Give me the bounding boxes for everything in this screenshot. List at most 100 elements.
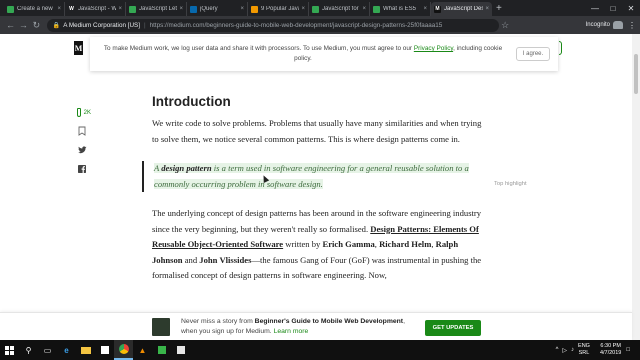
volume-icon[interactable]: ♪ xyxy=(571,347,574,353)
tab-close-icon[interactable]: × xyxy=(301,6,305,12)
privacy-policy-link[interactable]: Privacy Policy xyxy=(414,45,453,52)
footer-text: Never miss a story from Beginner's Guide… xyxy=(181,317,411,337)
page-scrollbar[interactable] xyxy=(632,34,640,340)
address-bar[interactable]: 🔒 A Medium Corporation [US] | https://me… xyxy=(46,18,499,32)
para-text: written by xyxy=(283,239,323,249)
windows-taskbar: ⚲ ▭ e ▲ ^ ▷ ♪ ENG SRL 6:30 PM 4/7/2019 □ xyxy=(0,340,640,360)
maximize-button[interactable]: □ xyxy=(604,0,622,16)
browser-tab[interactable]: 9 Popular Java × xyxy=(248,2,309,16)
tab-favicon-icon xyxy=(7,5,14,13)
bookmark-icon[interactable] xyxy=(77,126,87,136)
clap-count: 2K xyxy=(83,109,91,116)
window-controls: — □ ✕ xyxy=(586,0,640,16)
clock[interactable]: 6:30 PM 4/7/2019 xyxy=(600,343,621,357)
lock-icon: 🔒 xyxy=(52,22,61,29)
get-updates-button[interactable]: GET UPDATES xyxy=(425,320,481,336)
tab-label: JavaScript Let xyxy=(139,6,178,12)
browser-tab[interactable]: W JavaScript - W × xyxy=(65,2,126,16)
back-button[interactable]: ← xyxy=(4,20,17,30)
author-name: Richard Helm xyxy=(379,239,432,249)
bookmark-star-icon[interactable]: ☆ xyxy=(499,20,512,31)
file-explorer-icon[interactable] xyxy=(76,340,95,360)
para-text: and xyxy=(182,254,200,265)
language-indicator[interactable]: ENG SRL xyxy=(578,343,590,357)
notification-icon[interactable]: □ xyxy=(626,347,630,353)
search-icon[interactable]: ⚲ xyxy=(19,340,38,360)
footer-text-part: Never miss a story from xyxy=(181,318,255,325)
tab-favicon-icon xyxy=(312,5,319,13)
intro-paragraph: We write code to solve problems. Problem… xyxy=(152,118,482,144)
author-name: John Vlissides xyxy=(199,254,252,265)
browser-tab[interactable]: JavaScript for × xyxy=(309,2,370,16)
tab-favicon-icon xyxy=(190,5,197,13)
address-separator: | xyxy=(143,21,146,29)
camtasia-icon[interactable] xyxy=(152,340,171,360)
new-tab-button[interactable]: + xyxy=(496,2,502,16)
tab-close-icon[interactable]: × xyxy=(240,6,244,12)
browser-tab[interactable]: jQuery × xyxy=(187,2,248,16)
publication-name: Beginner's Guide to Mobile Web Developme… xyxy=(254,318,404,325)
tab-close-icon[interactable]: × xyxy=(57,6,61,12)
browser-tab-strip: Create a new × W JavaScript - W × JavaScript … xyxy=(0,0,640,16)
browser-menu-icon[interactable]: ⋮ xyxy=(628,21,636,30)
task-view-icon[interactable]: ▭ xyxy=(38,340,57,360)
close-window-button[interactable]: ✕ xyxy=(622,0,640,16)
tab-label: JavaScript Des xyxy=(444,6,484,12)
tab-close-icon[interactable]: × xyxy=(423,6,427,12)
article-body: Introduction We write code to solve prob… xyxy=(142,92,482,284)
store-icon[interactable] xyxy=(95,340,114,360)
cookie-banner: To make Medium work, we log user data an… xyxy=(90,37,562,71)
keyboard-layout: SRL xyxy=(578,350,590,356)
tab-close-icon[interactable]: × xyxy=(362,6,366,12)
browser-tab[interactable]: JavaScript Let × xyxy=(126,2,187,16)
forward-button[interactable]: → xyxy=(17,20,30,30)
tab-list: Create a new × W JavaScript - W × JavaScript … xyxy=(4,2,492,16)
tray-chevron-icon[interactable]: ^ xyxy=(556,347,559,353)
history-paragraph: The underlying concept of design pattern… xyxy=(152,206,482,284)
tab-label: What is ES5 xyxy=(383,6,417,12)
browser-tab[interactable]: Create a new × xyxy=(4,2,65,16)
clock-date: 4/7/2019 xyxy=(599,350,622,356)
app-icon[interactable] xyxy=(171,340,190,360)
sign-in-button-edge[interactable] xyxy=(559,41,562,55)
tab-close-icon[interactable]: × xyxy=(485,6,489,12)
section-heading: Introduction xyxy=(152,94,231,109)
tab-label: jQuery xyxy=(200,6,218,12)
facebook-icon[interactable] xyxy=(77,164,87,174)
tab-label: JavaScript for xyxy=(322,6,359,12)
incognito-indicator: Incognito xyxy=(586,21,623,29)
vlc-icon[interactable]: ▲ xyxy=(133,340,152,360)
cookie-text: To make Medium work, we log user data an… xyxy=(98,44,508,64)
agree-button[interactable]: I agree. xyxy=(516,47,550,61)
clap-button[interactable]: 2K xyxy=(77,108,91,117)
network-icon[interactable]: ▷ xyxy=(562,347,567,354)
publication-thumbnail xyxy=(152,318,170,336)
browser-tab[interactable]: What is ES5 × xyxy=(370,2,431,16)
tab-label: 9 Popular Java xyxy=(261,6,300,12)
tab-close-icon[interactable]: × xyxy=(179,6,183,12)
medium-logo[interactable]: M xyxy=(74,41,83,55)
cookie-text-part: To make Medium work, we log user data an… xyxy=(103,45,414,52)
tab-favicon-icon: W xyxy=(68,5,75,13)
learn-more-link[interactable]: Learn more xyxy=(274,328,309,335)
tab-favicon-icon: M xyxy=(434,5,441,13)
highlighted-quote[interactable]: A design pattern is a term used in softw… xyxy=(142,161,482,192)
scrollbar-thumb[interactable] xyxy=(634,54,638,94)
tab-favicon-icon xyxy=(373,5,380,13)
start-button[interactable] xyxy=(0,340,19,360)
browser-toolbar: ← → ↻ 🔒 A Medium Corporation [US] | http… xyxy=(0,16,640,34)
browser-tab[interactable]: M JavaScript Des × xyxy=(431,2,492,16)
tab-favicon-icon xyxy=(129,5,136,13)
incognito-icon xyxy=(613,21,623,29)
signup-footer-bar: Never miss a story from Beginner's Guide… xyxy=(0,312,632,340)
reload-button[interactable]: ↻ xyxy=(30,20,43,31)
twitter-icon[interactable] xyxy=(77,145,87,155)
certificate-label: A Medium Corporation [US] xyxy=(63,21,140,29)
tab-close-icon[interactable]: × xyxy=(118,6,122,12)
url-text: https://medium.com/beginners-guide-to-mo… xyxy=(149,21,443,29)
quote-term: design pattern xyxy=(161,163,212,173)
top-highlight-label: Top highlight xyxy=(494,181,527,187)
edge-icon[interactable]: e xyxy=(57,340,76,360)
minimize-button[interactable]: — xyxy=(586,0,604,16)
chrome-icon[interactable] xyxy=(114,340,133,360)
